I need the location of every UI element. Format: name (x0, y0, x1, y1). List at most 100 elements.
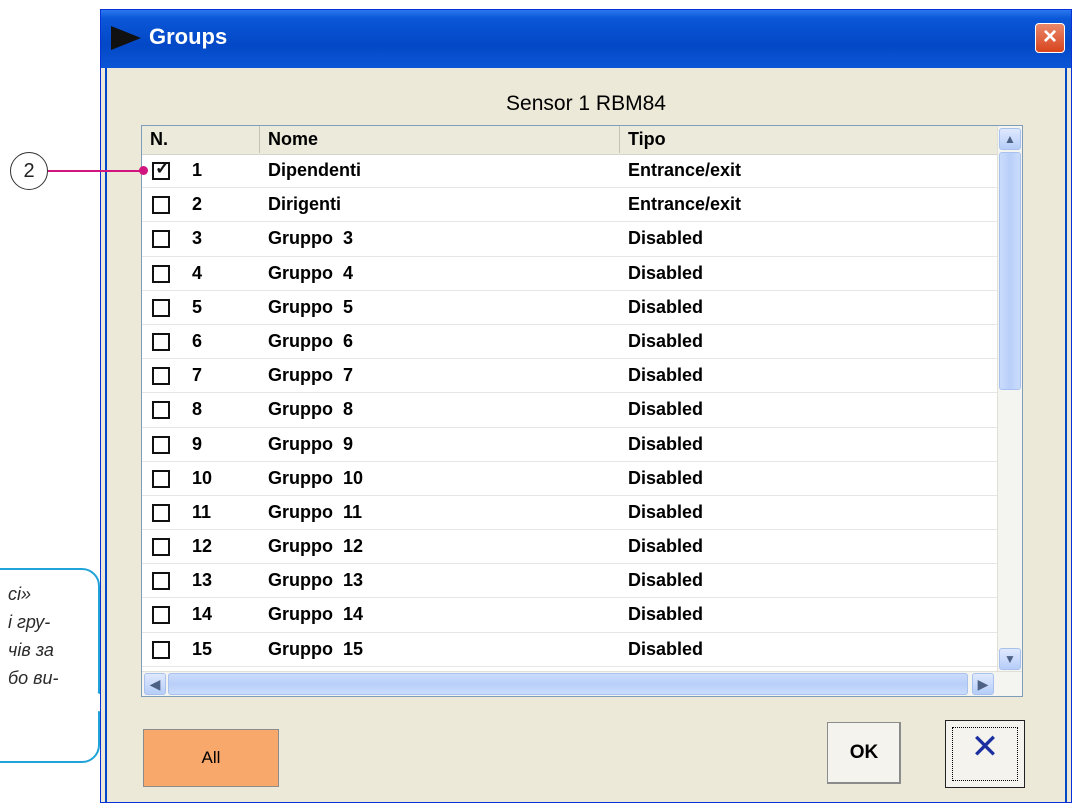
row-type: Disabled (628, 262, 704, 283)
row-number: 12 (192, 536, 213, 557)
ok-button[interactable]: OK (827, 722, 901, 784)
scroll-left-button[interactable]: ◀ (144, 673, 166, 695)
row-type: Disabled (628, 365, 704, 386)
table-row[interactable]: 10 Gruppo 10 Disabled (142, 462, 1018, 496)
scroll-right-button[interactable]: ▶ (972, 673, 994, 695)
row-type: Disabled (628, 228, 704, 249)
cancel-button[interactable]: ✕ (945, 720, 1025, 788)
title-bar[interactable]: Groups × (101, 10, 1071, 68)
row-name: Gruppo 14 (268, 604, 364, 625)
scroll-down-button[interactable]: ▼ (999, 648, 1021, 670)
row-checkbox[interactable] (152, 435, 170, 454)
row-name: Gruppo 5 (268, 296, 353, 317)
table-row[interactable]: 14 Gruppo 14 Disabled (142, 598, 1018, 633)
row-name: Dipendenti (268, 160, 361, 180)
row-type: Disabled (628, 536, 704, 557)
all-button[interactable]: All (143, 729, 279, 787)
row-number: 2 (192, 194, 203, 215)
row-checkbox[interactable] (152, 367, 170, 386)
close-x-icon: ✕ (970, 728, 1000, 766)
window-title: Groups (149, 24, 228, 49)
row-name: Gruppo 6 (268, 330, 353, 351)
row-checkbox[interactable] (152, 606, 170, 625)
annotation-marker: 2 (10, 152, 48, 190)
vertical-scroll-thumb[interactable] (999, 152, 1021, 390)
row-type: Disabled (628, 501, 704, 522)
row-number: 6 (192, 330, 203, 351)
row-name: Gruppo 15 (268, 638, 364, 659)
vertical-scrollbar[interactable]: ▲ ▼ (997, 126, 1022, 672)
groups-dialog: Groups × Sensor 1 RBM84 N. Nome Tipo ✓ 1 D… (100, 9, 1072, 803)
row-number: 13 (192, 570, 213, 591)
row-type: Disabled (628, 604, 704, 625)
table-row[interactable]: 8 Gruppo 8 Disabled (142, 393, 1018, 428)
row-number: 10 (192, 467, 213, 488)
row-number: 1 (192, 160, 203, 180)
row-type: Entrance/exit (628, 160, 742, 180)
row-type: Disabled (628, 330, 704, 351)
row-checkbox[interactable] (152, 572, 170, 591)
table-row[interactable]: 4 Gruppo 4 Disabled (142, 257, 1018, 291)
table-row[interactable]: 3 Gruppo 3 Disabled (142, 222, 1018, 257)
row-type: Disabled (628, 296, 704, 317)
row-name: Gruppo 13 (268, 570, 364, 591)
groups-list[interactable]: N. Nome Tipo ✓ 1 Dipendenti Entrance/exit 2 D… (141, 125, 1023, 697)
row-name: Gruppo 10 (268, 467, 364, 488)
row-name: Gruppo 3 (268, 228, 353, 249)
row-name: Gruppo 9 (268, 433, 353, 454)
column-header-name[interactable]: Nome (260, 126, 620, 153)
row-number: 4 (192, 262, 203, 283)
row-name: Gruppo 8 (268, 399, 353, 420)
row-number: 3 (192, 228, 203, 249)
row-checkbox[interactable] (152, 298, 170, 317)
table-row[interactable]: 6 Gruppo 6 Disabled (142, 325, 1018, 360)
table-row[interactable]: 5 Gruppo 5 Disabled (142, 291, 1018, 325)
row-type: Disabled (628, 638, 704, 659)
row-type: Disabled (628, 570, 704, 591)
row-name: Gruppo 12 (268, 536, 364, 557)
table-row[interactable]: ✓ 1 Dipendenti Entrance/exit (142, 154, 1018, 189)
horizontal-scroll-thumb[interactable] (168, 673, 968, 695)
row-name: Gruppo 7 (268, 365, 353, 386)
row-number: 11 (192, 501, 212, 522)
row-checkbox[interactable]: ✓ (152, 159, 170, 180)
row-checkbox[interactable] (152, 640, 170, 659)
scroll-up-button[interactable]: ▲ (999, 128, 1021, 150)
row-type: Disabled (628, 467, 704, 488)
row-number: 9 (192, 433, 203, 454)
row-type: Entrance/exit (628, 194, 742, 215)
table-row[interactable]: 13 Gruppo 13 Disabled (142, 564, 1018, 599)
row-number: 8 (192, 399, 203, 420)
table-row[interactable]: 11 Gruppo 11 Disabled (142, 496, 1018, 531)
column-header-type[interactable]: Tipo (620, 126, 1018, 153)
row-type: Disabled (628, 433, 704, 454)
table-row[interactable]: 2 Dirigenti Entrance/exit (142, 188, 1018, 223)
callout-text: сі» і гру- чів за бо ви- (8, 584, 59, 688)
row-number: 15 (192, 638, 213, 659)
table-row[interactable]: 12 Gruppo 12 Disabled (142, 530, 1018, 565)
row-number: 7 (192, 365, 203, 386)
column-header-n[interactable]: N. (142, 126, 260, 153)
row-number: 14 (192, 604, 213, 625)
close-button[interactable]: × (1035, 23, 1065, 53)
row-checkbox[interactable] (152, 264, 170, 283)
sensor-title: Sensor 1 RBM84 (506, 92, 666, 115)
dialog-client: Sensor 1 RBM84 N. Nome Tipo ✓ 1 Dipendenti… (105, 68, 1067, 802)
row-checkbox[interactable] (152, 196, 170, 215)
table-row[interactable]: 15 Gruppo 15 Disabled (142, 633, 1018, 667)
row-checkbox[interactable] (152, 230, 170, 249)
marker-pointer-dot (139, 166, 148, 175)
row-checkbox[interactable] (152, 469, 170, 488)
row-name: Gruppo 11 (268, 501, 363, 522)
row-checkbox[interactable] (152, 503, 170, 522)
table-row[interactable]: 9 Gruppo 9 Disabled (142, 428, 1018, 462)
row-name: Dirigenti (268, 194, 342, 215)
row-checkbox[interactable] (152, 332, 170, 351)
arrow-right-icon (111, 26, 141, 50)
marker-pointer-line (48, 170, 144, 172)
row-checkbox[interactable] (152, 401, 170, 420)
horizontal-scrollbar[interactable]: ◀ ▶ (142, 671, 1022, 696)
table-row[interactable]: 7 Gruppo 7 Disabled (142, 359, 1018, 394)
row-type: Disabled (628, 399, 704, 420)
row-checkbox[interactable] (152, 538, 170, 557)
